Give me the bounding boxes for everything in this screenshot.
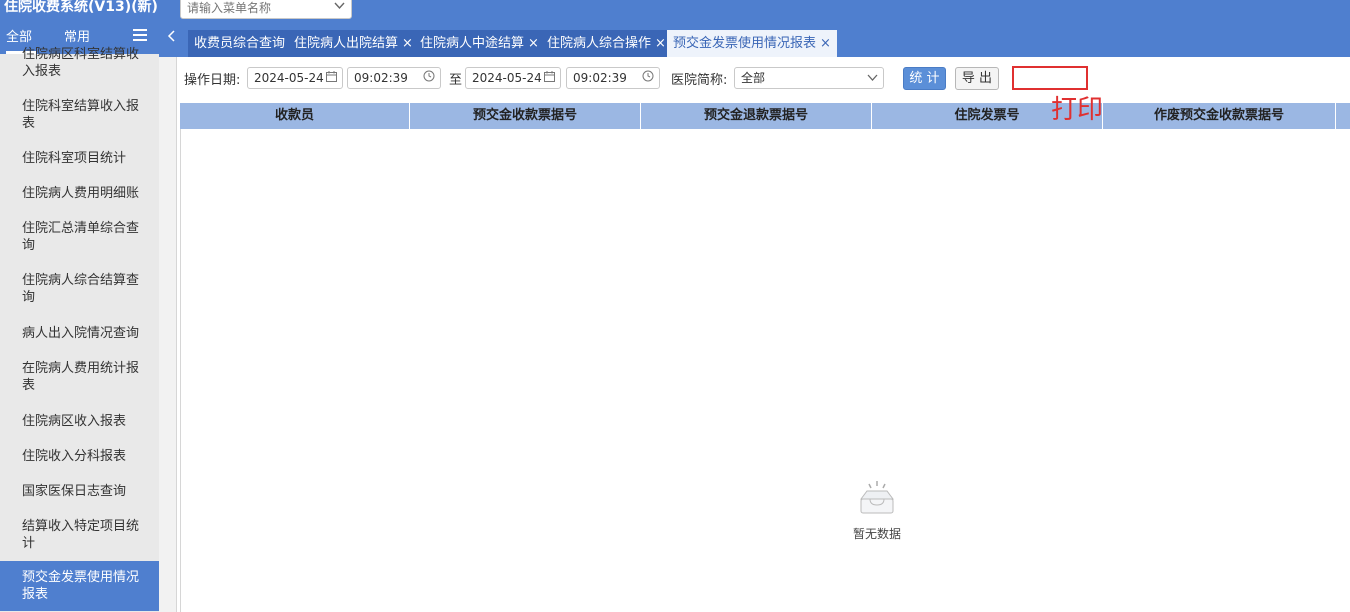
column-header[interactable]: 预交金退款票据号: [641, 103, 872, 129]
close-icon[interactable]: ×: [402, 36, 413, 51]
close-icon[interactable]: ×: [655, 36, 666, 51]
sidebar-item[interactable]: 病人出入院情况查询: [0, 325, 159, 342]
empty-inbox-icon: [857, 479, 897, 519]
sidebar-item[interactable]: 住院病人综合结算查询: [0, 272, 159, 306]
sidebar-item[interactable]: 住院科室结算收入报表: [0, 98, 159, 132]
app-title: 住院收费系统(V13)(新): [4, 0, 158, 15]
collapse-sidebar-icon[interactable]: [163, 30, 179, 46]
chevron-down-icon[interactable]: [867, 68, 878, 88]
table-header: 收款员 预交金收款票据号 预交金退款票据号 住院发票号 作废预交金收款票据号: [180, 103, 1350, 129]
hospital-select-value: 全部: [741, 71, 766, 85]
close-icon[interactable]: ×: [820, 36, 831, 51]
to-label: 至: [449, 73, 463, 88]
calendar-icon[interactable]: [544, 68, 555, 88]
tab-label: 收费员综合查询: [194, 36, 286, 51]
tab-deposit-invoice-report[interactable]: 预交金发票使用情况报表 ×: [667, 30, 837, 57]
tab-discharge-settlement[interactable]: 住院病人出院结算 ×: [288, 30, 419, 57]
calendar-icon[interactable]: [326, 68, 337, 88]
clock-icon[interactable]: [642, 68, 654, 88]
hospital-select[interactable]: 全部: [734, 67, 884, 89]
column-header[interactable]: 预交金收款票据号: [410, 103, 641, 129]
sidebar-item[interactable]: 在院病人费用统计报表: [0, 360, 159, 394]
sidebar-item[interactable]: 住院收入分科报表: [0, 448, 159, 465]
column-header[interactable]: 收款员: [180, 103, 410, 129]
tab-label: 住院病人出院结算: [294, 36, 399, 51]
tab-cashier-query[interactable]: 收费员综合查询: [188, 30, 292, 57]
start-time-field[interactable]: 09:02:39: [347, 67, 441, 89]
sidebar-item[interactable]: 住院病人费用明细账: [0, 185, 159, 202]
table-body: 暂无数据: [180, 129, 1350, 612]
sidebar-item[interactable]: 结算收入特定项目统计: [0, 518, 159, 552]
sidebar-item-active[interactable]: 预交金发票使用情况报表: [0, 561, 159, 611]
menu-search-box[interactable]: [180, 0, 352, 19]
hospital-label: 医院简称:: [671, 73, 728, 88]
end-date-value: 2024-05-24: [472, 71, 542, 85]
sidebar-item[interactable]: 住院病区科室结算收入报表: [0, 46, 159, 80]
menu-icon[interactable]: [133, 29, 147, 43]
close-icon[interactable]: ×: [528, 36, 539, 51]
tab-midway-settlement[interactable]: 住院病人中途结算 ×: [414, 30, 545, 57]
report-content: 操作日期: 2024-05-24 09:02:39 至 2024-05-24 0…: [177, 57, 1350, 612]
empty-state: 暂无数据: [841, 479, 913, 542]
export-button[interactable]: 导 出: [955, 67, 999, 90]
sidebar: 全部 常用 住院病区科室结算收入报表 住院科室结算收入报表 住院科室项目统计 住…: [0, 22, 159, 612]
end-time-value: 09:02:39: [573, 71, 627, 85]
top-bar: 住院收费系统(V13)(新): [0, 0, 1350, 22]
filter-bar: 操作日期: 2024-05-24 09:02:39 至 2024-05-24 0…: [177, 57, 1350, 99]
start-date-value: 2024-05-24: [254, 71, 324, 85]
stat-button[interactable]: 统 计: [903, 67, 946, 90]
tab-label: 住院病人综合操作: [547, 36, 652, 51]
date-label: 操作日期:: [184, 73, 241, 88]
tab-label: 住院病人中途结算: [420, 36, 525, 51]
tab-patient-operations[interactable]: 住院病人综合操作 ×: [541, 30, 672, 57]
empty-state-text: 暂无数据: [852, 527, 901, 541]
sidebar-item[interactable]: 住院病区收入报表: [0, 413, 159, 430]
tab-label: 预交金发票使用情况报表: [673, 36, 817, 51]
sidebar-scrollbar[interactable]: [159, 22, 177, 612]
sidebar-item[interactable]: 住院汇总清单综合查询: [0, 220, 159, 254]
menu-search-input[interactable]: [185, 0, 329, 18]
end-time-field[interactable]: 09:02:39: [566, 67, 660, 89]
sidebar-item[interactable]: 国家医保日志查询: [0, 483, 159, 500]
start-time-value: 09:02:39: [354, 71, 408, 85]
column-header[interactable]: 作废预交金收款票据号: [1103, 103, 1336, 129]
start-date-field[interactable]: 2024-05-24: [247, 67, 343, 89]
print-annotation: 打印: [1051, 95, 1104, 125]
clock-icon[interactable]: [423, 68, 435, 88]
tab-strip: 收费员综合查询 住院病人出院结算 × 住院病人中途结算 × 住院病人综合操作 × 预交…: [159, 22, 1350, 57]
sidebar-item[interactable]: 住院科室项目统计: [0, 150, 159, 167]
end-date-field[interactable]: 2024-05-24: [465, 67, 561, 89]
print-button-highlight[interactable]: [1012, 66, 1088, 90]
chevron-down-icon[interactable]: [334, 0, 345, 13]
